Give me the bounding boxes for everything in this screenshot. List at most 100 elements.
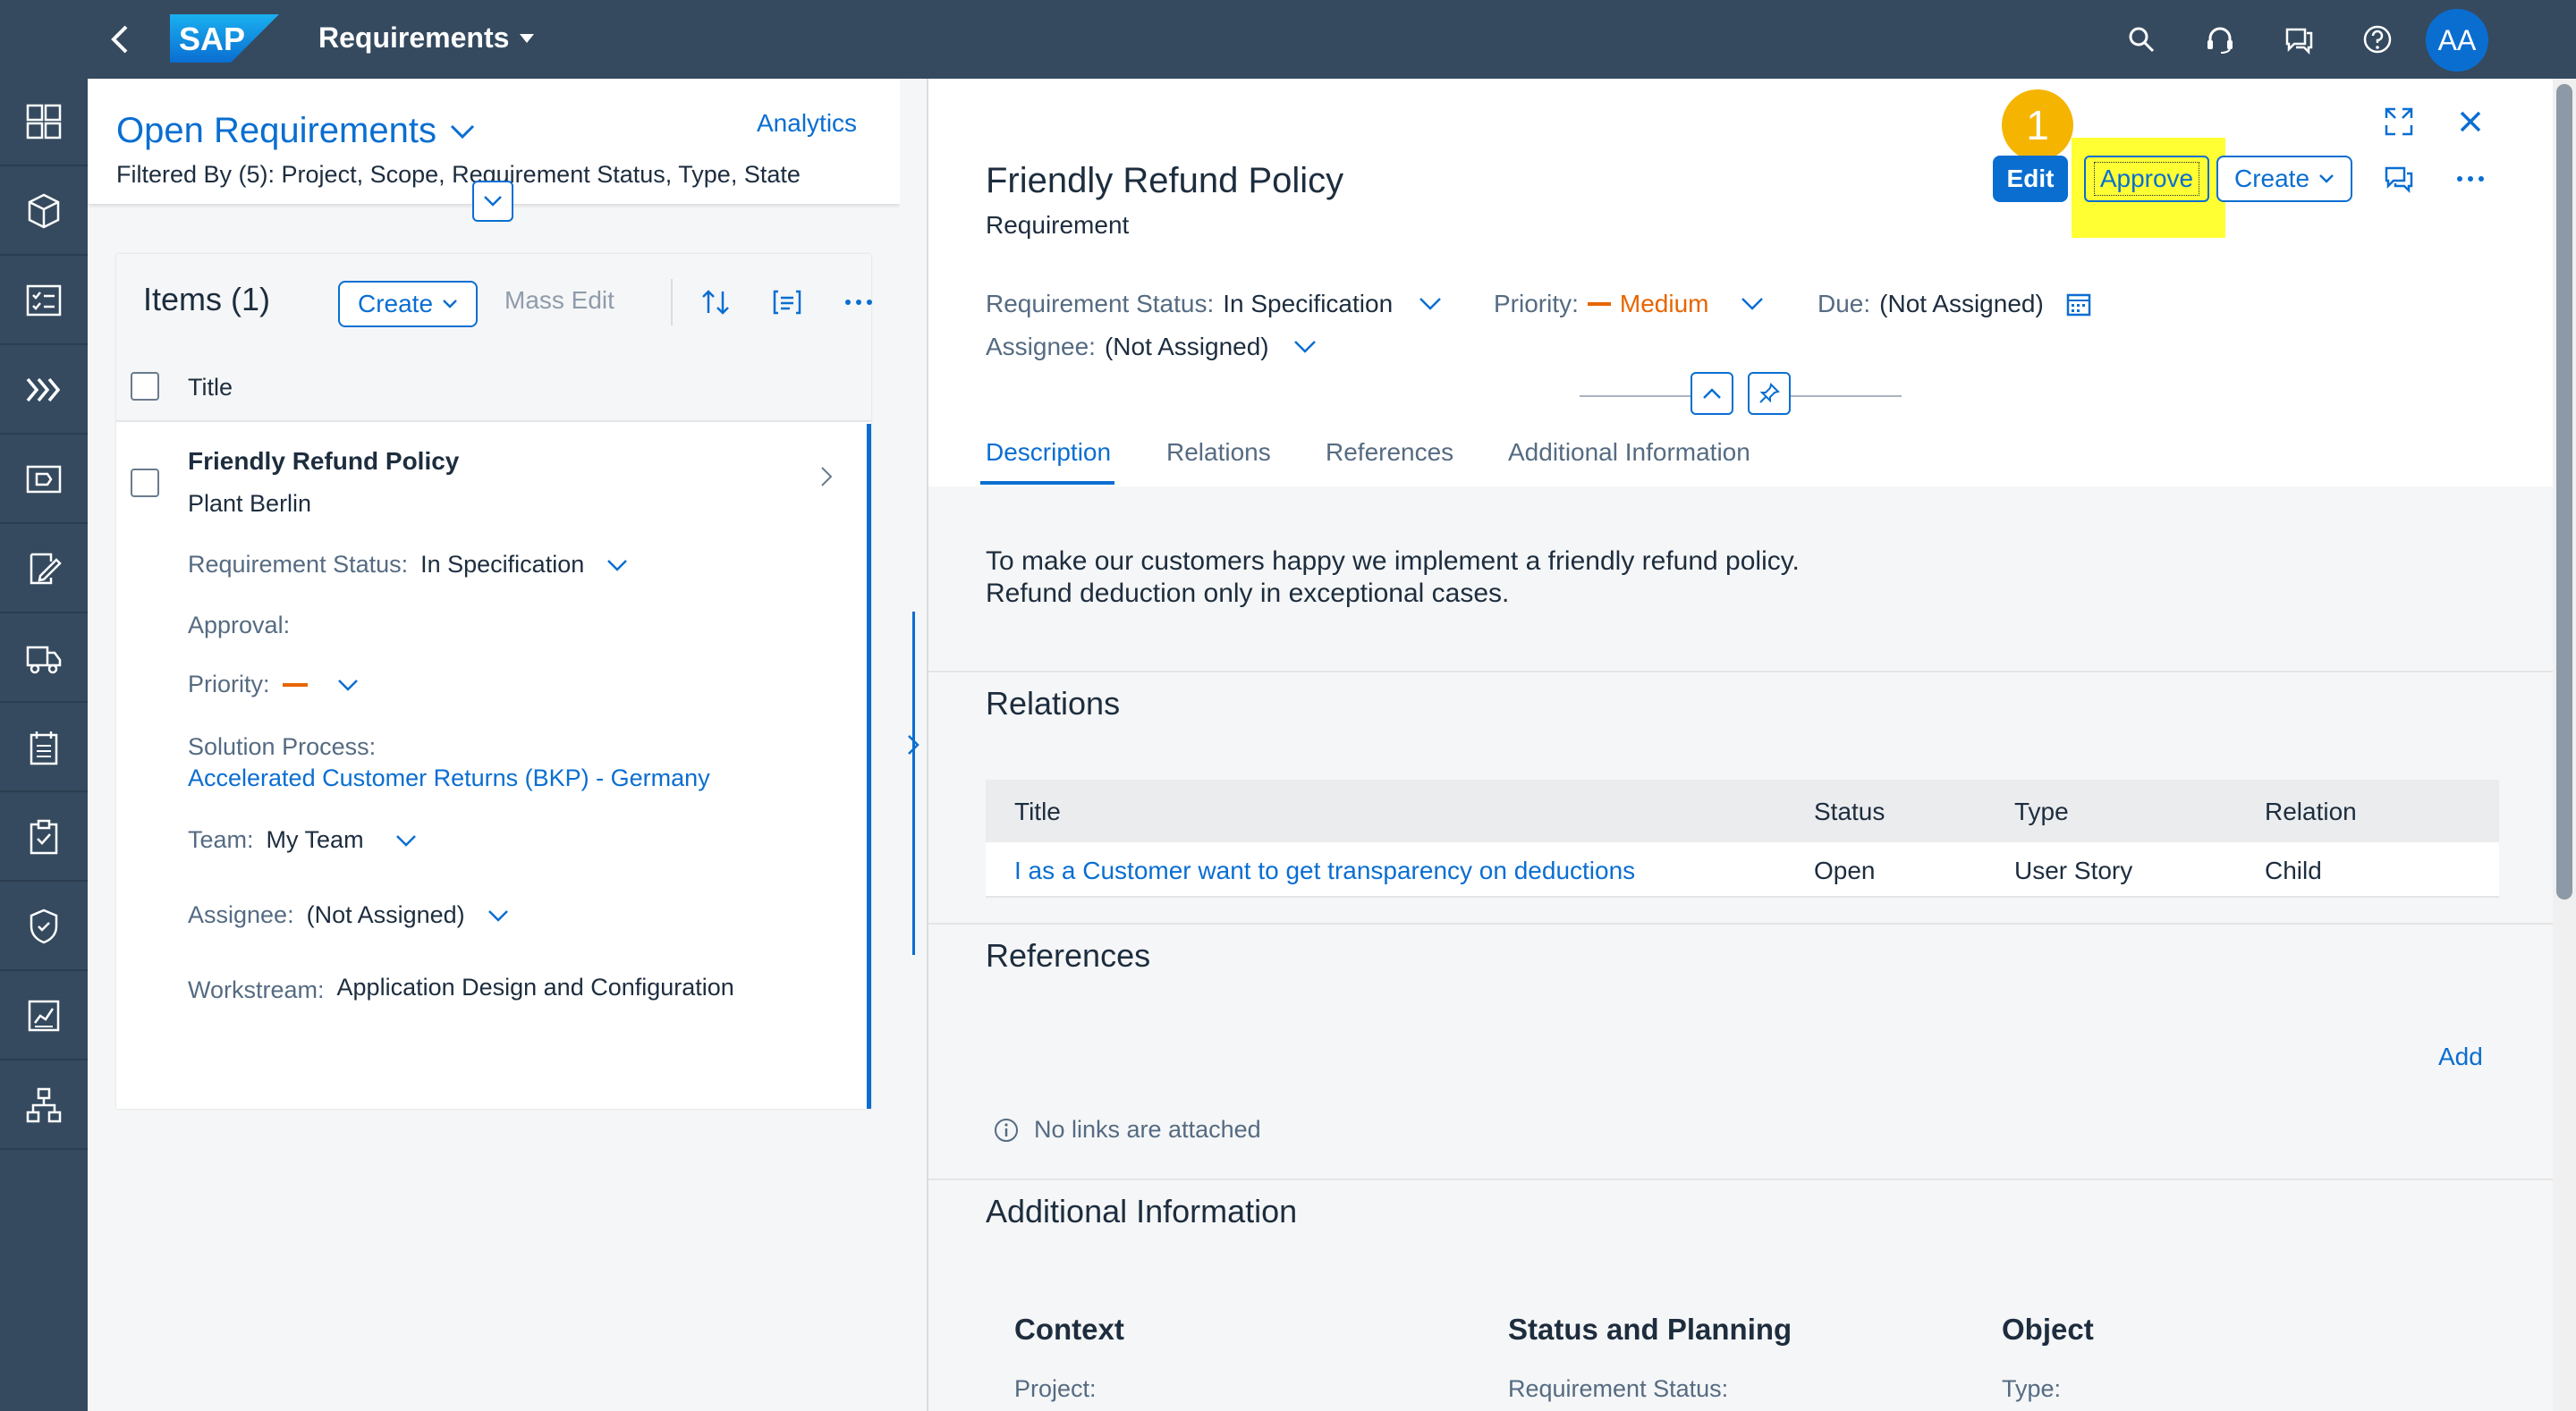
relations-table-header: Title Status Type Relation bbox=[986, 780, 2499, 842]
overflow-icon[interactable] bbox=[839, 283, 878, 322]
sort-icon[interactable] bbox=[696, 283, 735, 322]
select-all-checkbox[interactable] bbox=[131, 372, 159, 401]
fullscreen-icon[interactable] bbox=[2379, 102, 2419, 141]
add-reference-link[interactable]: Add bbox=[2438, 1043, 2483, 1071]
object-title: Friendly Refund Policy bbox=[986, 161, 1344, 200]
chevron-down-icon bbox=[449, 123, 476, 140]
requirement-status-label: Requirement Status: bbox=[1508, 1375, 1729, 1402]
nav-dashboard-icon[interactable] bbox=[0, 79, 88, 166]
column-title: Title bbox=[188, 374, 233, 401]
more-options-icon[interactable] bbox=[2451, 159, 2490, 199]
nav-shield-check-icon[interactable] bbox=[0, 883, 88, 971]
scrollbar-thumb[interactable] bbox=[2556, 84, 2572, 900]
info-icon bbox=[993, 1117, 1020, 1144]
splitter-line bbox=[912, 776, 915, 955]
nav-report-icon[interactable] bbox=[0, 973, 88, 1060]
team-value: My Team bbox=[266, 826, 364, 853]
team-label: Team: bbox=[188, 826, 254, 853]
chevron-down-icon[interactable] bbox=[1292, 339, 1318, 355]
chevron-right-icon[interactable] bbox=[819, 465, 834, 488]
list-header: Open Requirements Analytics Filtered By … bbox=[88, 79, 900, 222]
approve-button[interactable]: Approve bbox=[2084, 156, 2209, 202]
item-solution-process-field: Solution Process: Accelerated Customer R… bbox=[188, 733, 710, 792]
chevron-down-icon[interactable] bbox=[394, 833, 418, 848]
table-row[interactable]: I as a Customer want to get transparency… bbox=[986, 842, 2499, 898]
nav-calendar-list-icon[interactable] bbox=[0, 705, 88, 792]
layout-splitter[interactable] bbox=[900, 79, 928, 1411]
nav-clipboard-check-icon[interactable] bbox=[0, 794, 88, 882]
nav-checklist-icon[interactable] bbox=[0, 258, 88, 345]
tab-references[interactable]: References bbox=[1326, 438, 1453, 467]
nav-process-icon[interactable] bbox=[0, 347, 88, 435]
no-links-message: No links are attached bbox=[993, 1116, 1261, 1144]
help-icon[interactable] bbox=[2358, 20, 2397, 59]
headset-icon[interactable] bbox=[2200, 20, 2240, 59]
nav-edit-document-icon[interactable] bbox=[0, 526, 88, 613]
object-create-label: Create bbox=[2233, 165, 2310, 192]
collapse-header-button[interactable] bbox=[1690, 372, 1733, 415]
relation-status: Open bbox=[1814, 857, 1876, 884]
object-page: Friendly Refund Policy Requirement 1 Edi… bbox=[928, 79, 2553, 1411]
relation-title-link[interactable]: I as a Customer want to get transparency… bbox=[1014, 857, 1635, 885]
back-icon[interactable] bbox=[100, 20, 140, 59]
nav-screen-icon[interactable] bbox=[0, 436, 88, 524]
assignee-field: Assignee: (Not Assigned) bbox=[986, 333, 1318, 361]
tab-description[interactable]: Description bbox=[986, 438, 1111, 467]
chevron-down-icon[interactable] bbox=[336, 678, 360, 692]
analytics-link[interactable]: Analytics bbox=[757, 109, 857, 138]
context-heading: Context bbox=[1014, 1313, 1124, 1346]
header-divider-line bbox=[1791, 395, 1902, 397]
pin-header-button[interactable] bbox=[1748, 372, 1791, 415]
edit-button[interactable]: Edit bbox=[1993, 156, 2068, 202]
additional-info-section-title: Additional Information bbox=[986, 1193, 1298, 1229]
references-section-title: References bbox=[986, 937, 1151, 974]
scrollbar[interactable] bbox=[2553, 79, 2576, 1411]
list-item[interactable]: Friendly Refund Policy Plant Berlin Requ… bbox=[116, 424, 871, 1109]
object-create-button[interactable]: Create bbox=[2216, 156, 2352, 202]
splitter-chevron-right-icon[interactable] bbox=[903, 731, 923, 758]
priority-medium-indicator bbox=[282, 682, 308, 687]
chevron-down-icon[interactable] bbox=[487, 908, 510, 923]
requirement-status-field: Requirement Status: In Specification bbox=[986, 290, 1443, 318]
due-label: Due: bbox=[1818, 290, 1871, 317]
item-checkbox[interactable] bbox=[131, 469, 159, 497]
section-divider bbox=[928, 1179, 2553, 1180]
app-title-menu[interactable]: Requirements bbox=[318, 21, 536, 55]
sap-logo: SAP bbox=[170, 14, 279, 63]
chevron-down-icon[interactable] bbox=[1740, 296, 1765, 312]
user-avatar[interactable]: AA bbox=[2426, 9, 2488, 72]
chevron-down-icon[interactable] bbox=[606, 558, 629, 572]
mass-edit-button[interactable]: Mass Edit bbox=[504, 286, 614, 315]
feedback-icon[interactable] bbox=[2279, 20, 2318, 59]
chevron-down-icon bbox=[442, 299, 458, 309]
group-settings-icon[interactable] bbox=[767, 283, 807, 322]
item-assignee-field: Assignee: (Not Assigned) bbox=[188, 901, 510, 929]
object-subtitle: Requirement bbox=[986, 211, 1130, 239]
nav-hierarchy-icon[interactable] bbox=[0, 1062, 88, 1150]
item-workstream-field: Workstream: Application Design and Confi… bbox=[188, 971, 734, 1004]
create-button[interactable]: Create bbox=[338, 281, 478, 327]
list-panel: Open Requirements Analytics Filtered By … bbox=[88, 79, 900, 1411]
solution-process-link[interactable]: Accelerated Customer Returns (BKP) - Ger… bbox=[188, 765, 710, 792]
step-badge: 1 bbox=[2002, 89, 2073, 161]
nav-cube-icon[interactable] bbox=[0, 168, 88, 256]
search-icon[interactable] bbox=[2122, 20, 2161, 59]
chevron-down-icon[interactable] bbox=[1418, 296, 1443, 312]
priority-label: Priority: bbox=[1494, 290, 1579, 317]
project-label: Project: bbox=[1014, 1375, 1097, 1402]
variant-selector[interactable]: Open Requirements bbox=[116, 111, 476, 151]
collapse-header-button[interactable] bbox=[472, 181, 513, 222]
tab-relations[interactable]: Relations bbox=[1166, 438, 1271, 467]
tab-additional-information[interactable]: Additional Information bbox=[1508, 438, 1750, 467]
calendar-icon[interactable] bbox=[2065, 291, 2092, 317]
priority-label: Priority: bbox=[188, 671, 270, 697]
description-line-2: Refund deduction only in exceptional cas… bbox=[986, 579, 1510, 608]
discussion-icon[interactable] bbox=[2379, 159, 2419, 199]
nav-shipping-icon[interactable] bbox=[0, 615, 88, 703]
items-count-title: Items (1) bbox=[143, 281, 271, 317]
filter-summary: Filtered By (5): Project, Scope, Require… bbox=[116, 161, 801, 188]
close-icon[interactable] bbox=[2451, 102, 2490, 141]
status-label: Requirement Status: bbox=[188, 551, 409, 578]
column-title: Title bbox=[1014, 798, 1061, 825]
assignee-value: (Not Assigned) bbox=[1104, 333, 1269, 360]
